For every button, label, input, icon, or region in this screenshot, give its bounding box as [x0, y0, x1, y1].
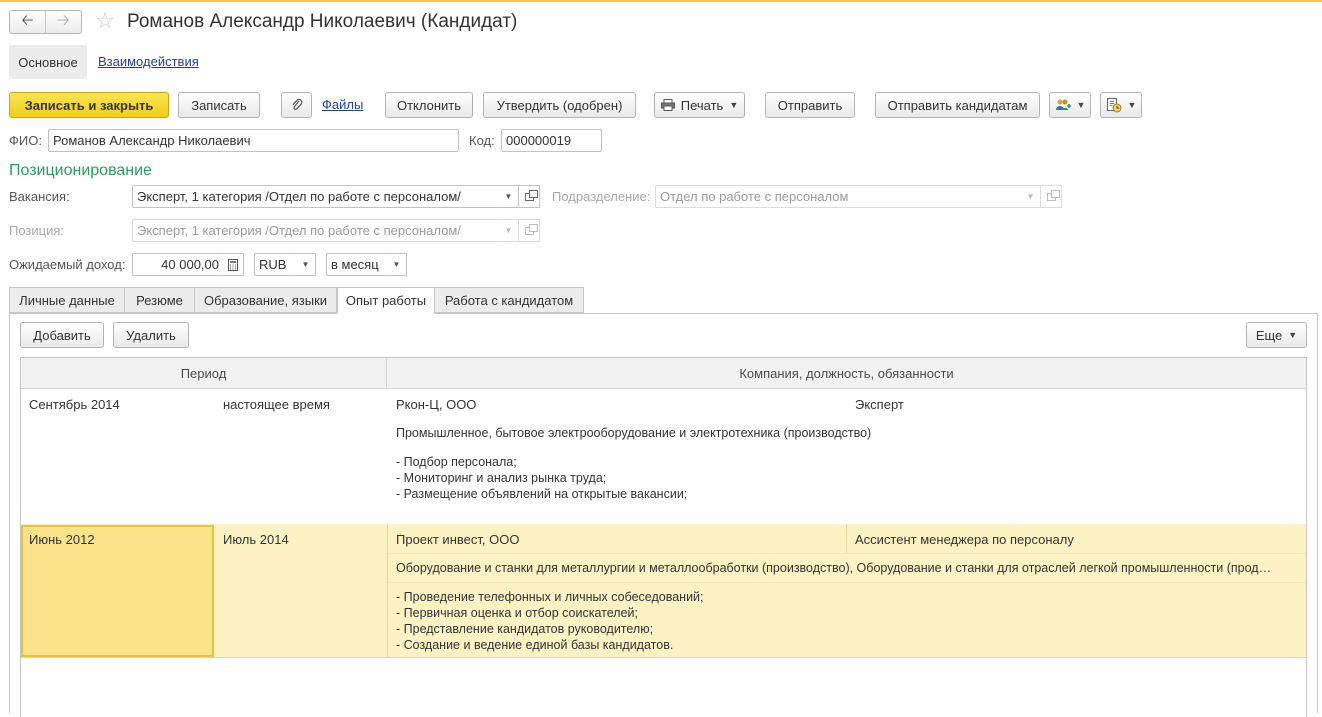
arrow-right-icon: 🡢 [57, 11, 70, 29]
period-start: Сентябрь 2014 [29, 397, 120, 412]
code-field[interactable]: 000000019 [501, 129, 602, 152]
top-accent-line [0, 0, 1322, 2]
print-button[interactable]: Печать ▼ [654, 92, 745, 118]
attach-button[interactable] [281, 92, 312, 118]
subdivision-dropdown-button: ▼ [1021, 185, 1041, 208]
send-to-candidates-button[interactable]: Отправить кандидатам [875, 92, 1040, 118]
back-button[interactable]: 🡠 [10, 11, 46, 33]
currency-field[interactable]: RUB [254, 253, 297, 276]
forward-button[interactable]: 🡢 [46, 11, 81, 33]
files-link[interactable]: Файлы [322, 97, 363, 112]
chevron-down-icon: ▼ [1127, 100, 1137, 110]
chevron-down-icon: ▼ [1076, 100, 1086, 110]
send-button[interactable]: Отправить [765, 92, 855, 118]
save-and-close-button[interactable]: Записать и закрыть [9, 92, 169, 118]
save-button[interactable]: Записать [178, 92, 260, 118]
chevron-down-icon: ▼ [1288, 330, 1298, 340]
column-divider [387, 524, 388, 658]
section-main[interactable]: Основное [9, 45, 87, 79]
navigation-buttons: 🡠 🡢 [9, 10, 82, 34]
printer-icon [660, 99, 675, 111]
tab-resume[interactable]: Резюме [124, 287, 195, 313]
open-window-icon [524, 223, 538, 235]
column-header-period[interactable]: Период [21, 358, 387, 389]
print-label: Печать [680, 97, 724, 113]
position-field: Эксперт, 1 категория /Отдел по работе с … [132, 219, 500, 242]
subdivision-label: Подразделение: [552, 189, 651, 204]
chevron-down-icon: ▼ [1026, 192, 1035, 201]
subdivision-open-button[interactable] [1041, 185, 1062, 208]
open-window-icon [1046, 189, 1060, 201]
income-field[interactable]: 40 000,00 [132, 253, 224, 276]
company-name: Проект инвест, ООО [396, 532, 520, 547]
section-interactions-link[interactable]: Взаимодействия [98, 54, 199, 69]
column-divider [846, 524, 847, 553]
job-position: Ассистент менеджера по персоналу [855, 532, 1074, 547]
row-divider [387, 553, 1306, 554]
approve-button[interactable]: Утвердить (одобрен) [483, 92, 636, 118]
document-clock-icon [1106, 97, 1122, 113]
income-label: Ожидаемый доход: [9, 257, 126, 272]
position-open-button[interactable] [519, 219, 540, 242]
chevron-down-icon: ▼ [301, 260, 310, 269]
tab-candidate-work[interactable]: Работа с кандидатом [434, 287, 584, 313]
page-title: Романов Александр Николаевич (Кандидат) [127, 11, 518, 32]
arrow-left-icon: 🡠 [21, 11, 34, 29]
delete-button[interactable]: Удалить [113, 322, 189, 348]
vacancy-field[interactable]: Эксперт, 1 категория /Отдел по работе с … [132, 185, 500, 208]
vacancy-dropdown-button[interactable]: ▼ [499, 185, 519, 208]
period-end: Июль 2014 [223, 532, 289, 547]
reports-menu-button[interactable]: ▼ [1100, 92, 1142, 118]
position-dropdown-button: ▼ [499, 219, 519, 242]
subdivision-field: Отдел по работе с персоналом [655, 185, 1022, 208]
tab-education-languages[interactable]: Образование, языки [194, 287, 337, 313]
column-header-company[interactable]: Компания, должность, обязанности [387, 358, 1306, 389]
period-end: настоящее время [223, 397, 330, 412]
duty-line: - Первичная оценка и отбор соискателей; [396, 606, 638, 620]
reject-button[interactable]: Отклонить [385, 92, 473, 118]
duty-line: - Создание и ведение единой базы кандида… [396, 638, 674, 652]
chevron-down-icon: ▼ [729, 100, 739, 110]
currency-dropdown-button[interactable]: ▼ [296, 253, 316, 276]
positioning-section-title: Позиционирование [9, 162, 152, 179]
row-divider [387, 582, 1306, 583]
position-label: Позиция: [9, 223, 65, 238]
paperclip-icon [291, 98, 303, 112]
add-button[interactable]: Добавить [20, 322, 104, 348]
open-window-icon [524, 189, 538, 201]
fio-label: ФИО: [9, 133, 42, 148]
period-dropdown-button[interactable]: ▼ [387, 253, 407, 276]
calculator-button[interactable] [223, 253, 244, 276]
users-add-icon [1055, 98, 1071, 112]
calculator-icon [228, 258, 238, 271]
duty-line: - Проведение телефонных и личных собесед… [396, 590, 704, 604]
vacancy-open-button[interactable] [519, 185, 540, 208]
duty-line: - Подбор персонала; [396, 455, 517, 469]
period-field[interactable]: в месяц [326, 253, 388, 276]
fio-field[interactable]: Романов Александр Николаевич [48, 129, 459, 152]
more-button[interactable]: Еще ▼ [1246, 322, 1307, 348]
code-label: Код: [469, 133, 495, 148]
industry: Оборудование и станки для металлургии и … [396, 561, 1272, 575]
industry: Промышленное, бытовое электрооборудовани… [396, 426, 872, 440]
tab-work-experience[interactable]: Опыт работы [337, 287, 435, 314]
job-position: Эксперт [855, 397, 904, 412]
duty-line: - Представление кандидатов руководителю; [396, 622, 654, 636]
more-label: Еще [1255, 327, 1283, 343]
chevron-down-icon: ▼ [504, 226, 513, 235]
star-icon[interactable]: ☆ [93, 8, 117, 33]
chevron-down-icon: ▼ [504, 192, 513, 201]
tab-personal-data[interactable]: Личные данные [9, 287, 125, 313]
company-name: Ркон-Ц, ООО [396, 397, 477, 412]
vacancy-label: Вакансия: [9, 189, 70, 204]
chevron-down-icon: ▼ [392, 260, 401, 269]
experience-table: Период Компания, должность, обязанности … [20, 357, 1307, 717]
duty-line: - Мониторинг и анализ рынка труда; [396, 471, 607, 485]
duty-line: - Размещение объявлений на открытые вака… [396, 487, 688, 501]
users-menu-button[interactable]: ▼ [1049, 92, 1091, 118]
period-start: Июнь 2012 [29, 532, 95, 547]
